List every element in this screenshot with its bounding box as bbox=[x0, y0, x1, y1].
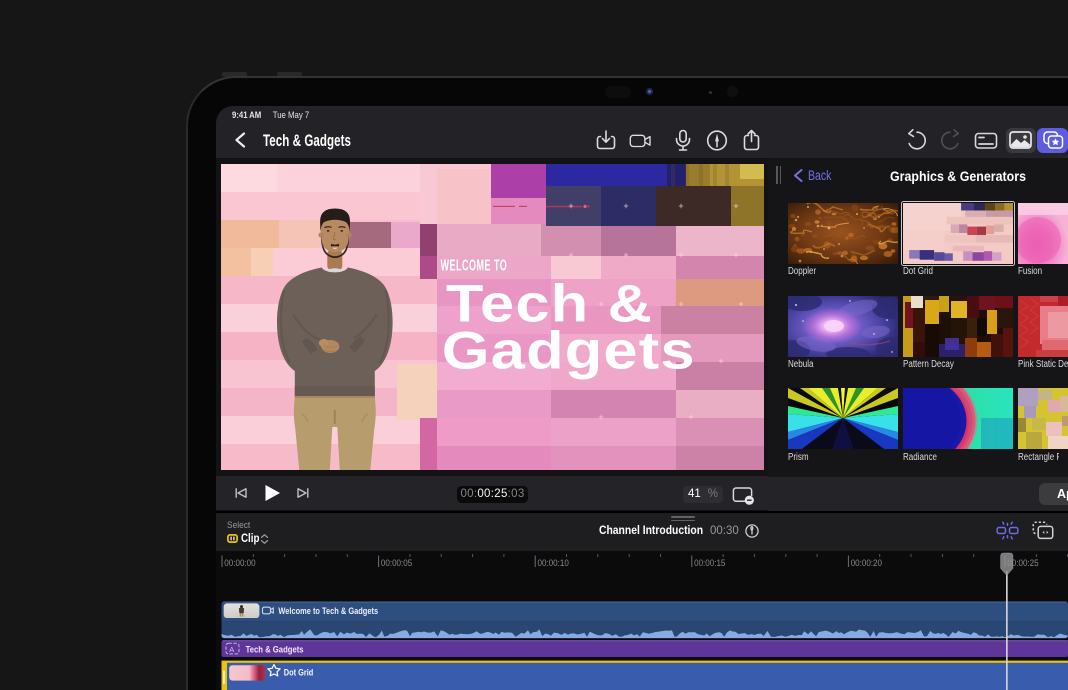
svg-text:00:00:00: 00:00:00 bbox=[224, 558, 255, 568]
svg-text:00:00:05: 00:00:05 bbox=[381, 558, 412, 568]
svg-text:Welcome to Tech & Gadgets: Welcome to Tech & Gadgets bbox=[278, 606, 378, 616]
svg-text:A: A bbox=[229, 645, 234, 654]
svg-text:Dot Grid: Dot Grid bbox=[284, 668, 314, 678]
svg-text:Tech & Gadgets: Tech & Gadgets bbox=[246, 644, 304, 654]
svg-text:00:00:10: 00:00:10 bbox=[538, 558, 569, 568]
svg-text:00:00:20: 00:00:20 bbox=[851, 558, 882, 568]
svg-text:WELCOME TO: WELCOME TO bbox=[441, 255, 508, 273]
svg-text:00:00:15: 00:00:15 bbox=[694, 558, 725, 568]
svg-text:Gadgets: Gadgets bbox=[442, 321, 696, 380]
